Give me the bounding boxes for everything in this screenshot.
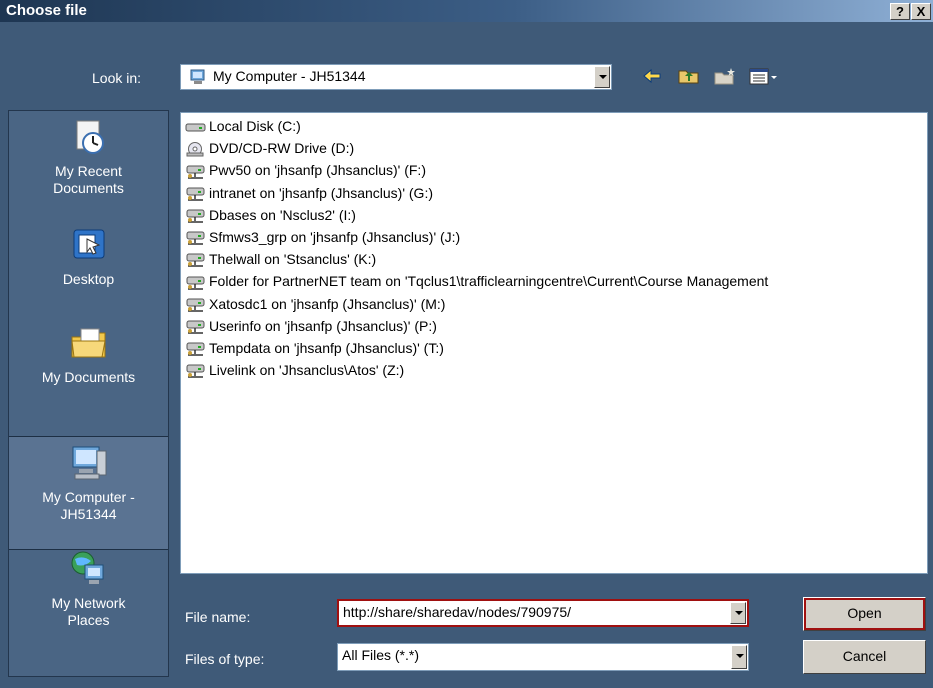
back-arrow-icon[interactable] [640, 66, 664, 86]
list-item-label: Livelink on 'Jhsanclus\Atos' (Z:) [209, 362, 405, 379]
network-drive-icon [186, 276, 205, 290]
file-name-value: http://share/sharedav/nodes/790975/ [343, 604, 572, 620]
list-item-label: intranet on 'jhsanfp (Jhsanclus)' (G:) [209, 184, 433, 201]
recent-documents-icon [76, 120, 104, 154]
dialog-title: Choose file [6, 2, 87, 19]
place-label: Desktop [62, 271, 115, 287]
place-label: My Documents [41, 369, 136, 385]
cancel-button[interactable]: Cancel [803, 640, 926, 674]
up-folder-icon[interactable] [677, 66, 701, 86]
network-drive-icon [186, 253, 205, 268]
list-item-label: DVD/CD-RW Drive (D:) [209, 140, 355, 157]
list-item[interactable]: Tempdata on 'jhsanfp (Jhsanclus)' (T:) [185, 338, 444, 358]
choose-file-dialog: Choose file ? X Look in: My Computer - J… [0, 0, 933, 688]
place-label: Documents [53, 180, 124, 196]
place-label: JH51344 [60, 506, 117, 522]
place-desktop[interactable]: Desktop [9, 225, 168, 288]
place-my-documents[interactable]: My Documents [9, 323, 168, 386]
look-in-dropdown-button[interactable] [594, 66, 610, 88]
file-name-field[interactable]: http://share/sharedav/nodes/790975/ [337, 599, 749, 627]
file-type-select[interactable]: All Files (*.*) [337, 643, 749, 671]
place-label: My Recent [55, 163, 122, 179]
title-bar[interactable]: Choose file ? X [0, 0, 933, 22]
dvd-drive-icon [186, 142, 204, 157]
list-item[interactable]: Xatosdc1 on 'jhsanfp (Jhsanclus)' (M:) [185, 294, 445, 314]
list-item[interactable]: Livelink on 'Jhsanclus\Atos' (Z:) [185, 360, 404, 380]
place-label: My Computer - [42, 489, 135, 505]
file-type-label: Files of type: [185, 651, 265, 667]
list-item[interactable]: Userinfo on 'jhsanfp (Jhsanclus)' (P:) [185, 316, 437, 336]
network-drive-icon [186, 320, 205, 334]
network-drive-icon [186, 231, 205, 246]
place-my-recent-documents[interactable]: My Recent Documents [9, 117, 168, 197]
file-type-value: All Files (*.*) [342, 647, 420, 663]
network-drive-icon [186, 165, 205, 179]
network-drive-icon [186, 187, 205, 201]
list-item-label: Dbases on 'Nsclus2' (I:) [209, 206, 356, 223]
list-item-label: Thelwall on 'Stsanclus' (K:) [209, 251, 377, 268]
list-item[interactable]: Dbases on 'Nsclus2' (I:) [185, 205, 356, 225]
look-in-label: Look in: [92, 70, 142, 86]
my-computer-icon [72, 446, 106, 480]
help-button[interactable]: ? [890, 3, 910, 20]
list-item[interactable]: Local Disk (C:) [185, 116, 301, 136]
list-item-label: Folder for PartnerNET team on 'Tqclus1\t… [209, 273, 769, 290]
place-my-computer[interactable]: My Computer - JH51344 [9, 436, 168, 550]
close-button[interactable]: X [911, 3, 931, 20]
place-label: Places [67, 612, 110, 628]
network-places-icon [71, 551, 103, 584]
view-menu-icon[interactable] [748, 66, 782, 86]
place-my-network-places[interactable]: My Network Places [9, 549, 168, 629]
network-drive-icon [186, 342, 205, 357]
list-item[interactable]: Pwv50 on 'jhsanfp (Jhsanclus)' (F:) [185, 160, 426, 180]
hard-disk-icon [185, 123, 206, 132]
list-item[interactable]: DVD/CD-RW Drive (D:) [185, 138, 354, 158]
list-item-label: Sfmws3_grp on 'jhsanfp (Jhsanclus)' (J:) [209, 229, 461, 245]
list-item[interactable]: Sfmws3_grp on 'jhsanfp (Jhsanclus)' (J:) [185, 227, 460, 247]
list-item[interactable]: Thelwall on 'Stsanclus' (K:) [185, 249, 376, 269]
file-name-dropdown-button[interactable] [730, 602, 746, 624]
network-drive-icon [186, 298, 205, 312]
desktop-icon [73, 229, 104, 259]
list-item-label: Tempdata on 'jhsanfp (Jhsanclus)' (T:) [209, 340, 444, 356]
my-computer-small-icon [190, 69, 205, 84]
place-label: My Network [51, 595, 126, 611]
my-documents-icon [70, 328, 106, 358]
list-item-label: Userinfo on 'jhsanfp (Jhsanclus)' (P:) [209, 317, 437, 334]
file-type-dropdown-button[interactable] [731, 645, 747, 669]
network-drive-icon [186, 364, 205, 379]
look-in-value: My Computer - JH51344 [213, 68, 366, 84]
list-item[interactable]: Folder for PartnerNET team on 'Tqclus1\t… [185, 271, 768, 291]
list-item-label: Xatosdc1 on 'jhsanfp (Jhsanclus)' (M:) [209, 295, 446, 312]
list-item[interactable]: intranet on 'jhsanfp (Jhsanclus)' (G:) [185, 183, 433, 203]
new-folder-icon[interactable] [713, 66, 737, 86]
network-drive-icon [186, 209, 205, 223]
file-list[interactable]: Local Disk (C:) DVD/CD-RW Drive (D:) Pwv50… [180, 112, 928, 574]
file-name-label: File name: [185, 609, 251, 625]
places-bar: My Recent Documents Desktop My Documents [8, 110, 169, 677]
look-in-combo[interactable]: My Computer - JH51344 [180, 64, 612, 90]
list-item-label: Pwv50 on 'jhsanfp (Jhsanclus)' (F:) [209, 162, 426, 179]
open-button[interactable]: Open [803, 597, 926, 631]
list-item-label: Local Disk (C:) [209, 118, 301, 134]
